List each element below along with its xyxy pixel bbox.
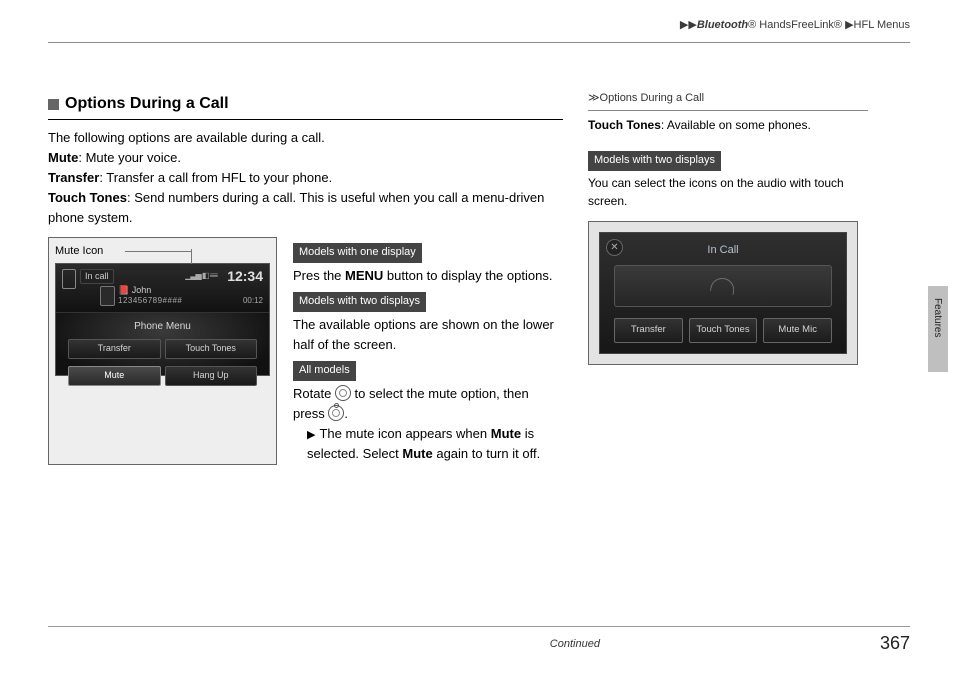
- two-displays-body: The available options are shown on the l…: [293, 315, 563, 355]
- rotary-knob-icon: [335, 385, 351, 401]
- sidenote-line2: You can select the icons on the audio wi…: [588, 174, 868, 211]
- sidenote-rule: [588, 110, 868, 111]
- btn-mute: Mute: [68, 366, 161, 386]
- call-elapsed: 00:12: [243, 295, 263, 307]
- sidenote-heading: ≫Options During a Call: [588, 90, 868, 107]
- callout-leader-line: [125, 251, 191, 252]
- breadcrumb: ▶▶Bluetooth® HandsFreeLink® ▶HFL Menus: [680, 18, 910, 31]
- screen-title: In Call: [600, 242, 846, 259]
- handset-button: [614, 265, 832, 307]
- btn-touch-tones-2: Touch Tones: [689, 318, 758, 343]
- clock-text: 12:34: [227, 266, 263, 288]
- handset-icon: [100, 286, 115, 306]
- btn-mute-mic-2: Mute Mic: [763, 318, 832, 343]
- continued-label: Continued: [550, 638, 600, 650]
- signal-icons: ▁▃▅ ◧ ≡≡: [185, 270, 217, 282]
- display-screenshot-1: In call ▁▃▅ ◧ ≡≡ 12:34 📕 John 123456789#…: [55, 263, 270, 376]
- btn-transfer: Transfer: [68, 339, 161, 359]
- sidenote-tag: Models with two displays: [588, 151, 721, 171]
- touchtones-line: Touch Tones: Send numbers during a call.…: [48, 188, 563, 228]
- sub-bullet: ▶The mute icon appears when Mute is sele…: [293, 424, 563, 464]
- tag-all-models: All models: [293, 361, 356, 381]
- intro-text: The following options are available duri…: [48, 128, 563, 148]
- header-rule: [48, 42, 910, 43]
- btn-hang-up: Hang Up: [165, 366, 258, 386]
- one-display-body: Pres the MENU button to display the opti…: [293, 266, 563, 286]
- btn-transfer-2: Transfer: [614, 318, 683, 343]
- page-number: 367: [880, 633, 910, 654]
- caller-number: 123456789####: [118, 295, 182, 307]
- status-in-call: In call: [80, 269, 114, 285]
- selector-press-icon: [328, 405, 344, 421]
- figure-phone-menu: Mute Icon In call ▁▃▅ ◧ ≡≡ 12:34 📕 John …: [48, 237, 277, 465]
- tag-two-displays: Models with two displays: [293, 292, 426, 312]
- sidenote-line1: Touch Tones: Available on some phones.: [588, 116, 868, 135]
- square-bullet-icon: [48, 99, 59, 110]
- transfer-line: Transfer: Transfer a call from HFL to yo…: [48, 168, 563, 188]
- phone-menu-label: Phone Menu: [56, 313, 269, 335]
- figure-touchscreen: ✕ In Call Transfer Touch Tones Mute Mic: [588, 221, 858, 365]
- section-heading: Options During a Call: [48, 92, 563, 120]
- section-tab-features: Features: [928, 286, 948, 372]
- phone-icon: [62, 269, 76, 289]
- handset-icon: [710, 276, 736, 295]
- btn-touch-tones: Touch Tones: [165, 339, 258, 359]
- mute-line: Mute: Mute your voice.: [48, 148, 563, 168]
- all-models-body: Rotate to select the mute option, then p…: [293, 384, 563, 424]
- tag-one-display: Models with one display: [293, 243, 422, 263]
